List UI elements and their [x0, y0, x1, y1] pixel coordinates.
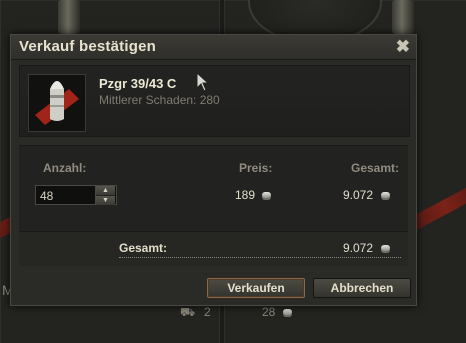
- decrement-icon[interactable]: ▼: [96, 195, 115, 205]
- background-count: 2: [204, 305, 211, 319]
- dialog-titlebar: Verkauf bestätigen ✖: [11, 35, 416, 60]
- quantity-stepper[interactable]: 48 ▲ ▼: [35, 185, 117, 205]
- summary-divider: [119, 257, 401, 258]
- summary-label: Gesamt:: [119, 241, 168, 255]
- sale-form-panel: Anzahl: Preis: Gesamt: 48 ▲ ▼ 189 9.072: [19, 145, 408, 232]
- stepper-buttons: ▲ ▼: [95, 186, 116, 205]
- quantity-input[interactable]: 48: [40, 189, 53, 203]
- silver-coin-icon: [381, 245, 390, 251]
- silver-coin-icon: [381, 192, 390, 198]
- quantity-label: Anzahl:: [43, 161, 87, 175]
- summary-row: Gesamt: 9.072: [19, 231, 408, 266]
- background-count: 28: [262, 305, 276, 319]
- background-shell-icon: [58, 0, 80, 34]
- item-name: Pzgr 39/43 C: [99, 76, 177, 91]
- increment-icon[interactable]: ▲: [96, 186, 115, 195]
- dialog-title: Verkauf bestätigen: [19, 38, 156, 55]
- silver-coin-icon: [262, 192, 271, 198]
- sell-confirm-dialog: Verkauf bestätigen ✖ Pzgr 39/43 C Mittle…: [10, 34, 417, 306]
- price-label: Preis:: [239, 161, 273, 175]
- sell-button[interactable]: Verkaufen: [207, 278, 305, 298]
- total-label: Gesamt:: [351, 161, 400, 175]
- row-total-value: 9.072: [343, 188, 374, 202]
- background-silver-coin-icon: [283, 309, 292, 315]
- item-damage: Mittlerer Schaden: 280: [99, 93, 220, 107]
- item-info-panel: Pzgr 39/43 C Mittlerer Schaden: 280: [19, 65, 410, 137]
- price-value: 189: [235, 188, 256, 202]
- mouse-cursor-icon: [196, 72, 210, 92]
- cancel-button[interactable]: Abbrechen: [313, 278, 411, 298]
- close-icon[interactable]: ✖: [396, 37, 410, 57]
- shell-icon: [28, 74, 86, 132]
- summary-value: 9.072: [343, 241, 374, 255]
- background-shell-icon: [392, 0, 414, 34]
- background-vehicle-icon: ⛟: [180, 305, 196, 319]
